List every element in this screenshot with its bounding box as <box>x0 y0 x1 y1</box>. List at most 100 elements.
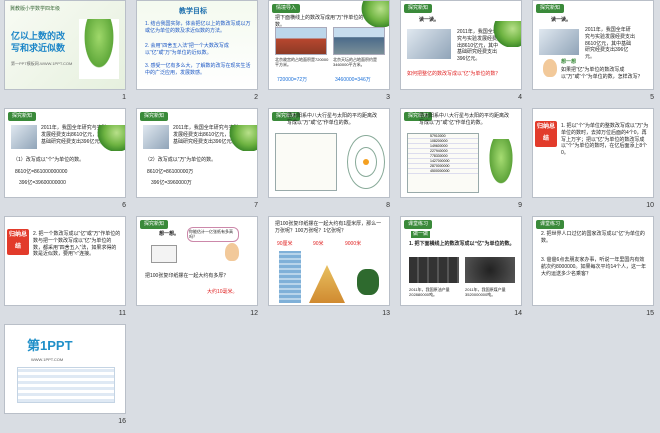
slide-3-caption-left: 北京故宫的占地面积是720000平方米。 <box>275 57 329 68</box>
plant-illustration <box>79 19 119 79</box>
slide-9[interactable]: 探究新知 把太阳系中八大行星与太阳的平均距离改写成以“万”或“亿”作单位的数。 … <box>400 108 522 198</box>
slide-14-question: 1. 把下面横线上的数改写成以“亿”为单位的数。 <box>409 241 515 247</box>
slide-thumbnail-12[interactable]: 探究新知 想一想。 你能估计一亿张纸有多高吗？ 把100张复印纸摞在一起大约有多… <box>132 216 264 324</box>
table-cell: 778330000 <box>430 154 448 158</box>
slide-4[interactable]: 探究新知 读一读。 2011年，我国全年研究与实验发展经费支出8610亿元，其中… <box>400 0 522 90</box>
table-cell: 149600000 <box>430 144 448 148</box>
slide-12[interactable]: 探究新知 想一想。 你能估计一亿张纸有多高吗？ 把100张复印纸摞在一起大约有多… <box>136 216 258 306</box>
table-cell: 108200000 <box>430 139 448 143</box>
slide-number: 15 <box>646 310 654 317</box>
slide-4-label: 读一读。 <box>419 17 440 23</box>
slide-number: 6 <box>122 202 126 209</box>
slide-number: 14 <box>514 310 522 317</box>
slide-5-question: 如果把“亿”为单位的数改写成以“万”或“个”为单位的数，怎样改写？ <box>561 67 643 80</box>
leaf-decoration <box>493 21 521 47</box>
slide-6-line3: 396亿=39600000000 <box>19 180 66 186</box>
section-tag: 探究新知 <box>140 220 169 229</box>
table-cell: 1427000000 <box>430 159 450 163</box>
forbidden-city-photo <box>275 27 327 55</box>
summary-badge: 归纳总结 <box>7 229 29 255</box>
slide-4-question: 如何把整亿的数改写成以“亿”为单位的数？ <box>407 71 501 77</box>
slide-2-item-2: 2. 会用“四舍五入法”把一个大数改写成以“亿”或“万”为单位的近似数。 <box>145 43 229 56</box>
slide-5-info-box: 2011年，我国全年研究与实验发展经费支出8610亿元，其中基础研究经费支出39… <box>583 25 637 60</box>
slide-7-line3: 396亿=3960000万 <box>151 180 192 186</box>
slide-thumbnail-11[interactable]: 归纳总结 2. 把一个数改写成以“亿”或“万”作单位的数与把一个数改写成以“亿”… <box>0 216 132 324</box>
slide-thumbnail-13[interactable]: 把100张复印纸摞在一起大约有1厘米厚，那么一万张呢？100万张呢？1亿张呢？ … <box>264 216 396 324</box>
slide-10[interactable]: 归纳总结 1. 把以“个”为单位的整数改写成以“万”为单位的数时，去掉万位后面的… <box>532 108 654 198</box>
slide-13-value-2: 90米 <box>313 241 324 247</box>
slide-2-heading: 教学目标 <box>179 8 207 15</box>
slide-14[interactable]: 课堂练习 做一做 1. 把下面横线上的数改写成以“亿”为单位的数。 2011年，… <box>400 216 522 306</box>
slide-6[interactable]: 探究新知 2011年，我国全年研究与实验发展经费支出8610亿元，其中基础研究经… <box>4 108 126 198</box>
slide-number: 7 <box>254 202 258 209</box>
lab-photo <box>11 125 37 149</box>
slide-1-footer: 第一PPT模板网-WWW.1PPT.COM <box>11 61 73 66</box>
table-cell: 4500000000 <box>430 169 450 173</box>
slide-15[interactable]: 课堂练习 2. 把世界人口过亿的国家改写成以“亿”为单位的数。 3. 爸爸6点去… <box>532 216 654 306</box>
slide-number: 9 <box>518 202 522 209</box>
slide-2[interactable]: 教学目标 1. 结合我国实际，体会把亿以上的数改写成以万或亿为单位的数及求近似数… <box>136 0 258 90</box>
slide-sorter-grid: 冀教版小学数学四年级 亿以上数的改 写和求近似数 第一PPT模板网-WWW.1P… <box>0 0 660 433</box>
cartoon-student <box>225 243 239 261</box>
slide-1-title-line1: 亿以上数的改 <box>11 31 66 41</box>
paper-stack-image <box>151 245 177 263</box>
table-cell: 2870000000 <box>430 164 450 168</box>
slide-7-line1: （2）改写成以“万”为单位的数。 <box>145 157 217 163</box>
slide-13-heading: 把100张复印纸摞在一起大约有1厘米厚，那么一万张呢？100万张呢？1亿张呢？ <box>275 221 382 234</box>
slide-thumbnail-16[interactable]: 第1PPT WWW.1PPT.COM 16 <box>0 324 132 432</box>
slide-6-line2: 8610亿=861000000000 <box>15 169 68 175</box>
slide-3[interactable]: 情境导入 把下面横线上的数改写成用“万”作单位的数。 北京故宫的占地面积是720… <box>268 0 390 90</box>
slide-12-bubble: 你能估计一亿张纸有多高吗？ <box>187 227 239 242</box>
slide-5[interactable]: 探究新知 读一读。 2011年，我国全年研究与实验发展经费支出8610亿元，其中… <box>532 0 654 90</box>
slide-7[interactable]: 探究新知 2011年，我国全年研究与实验发展经费支出8610亿元，其中基础研究经… <box>136 108 258 198</box>
sun-icon <box>363 159 369 165</box>
section-tag: 课堂练习 <box>404 220 433 229</box>
lab-photo <box>539 29 579 55</box>
slide-thumbnail-15[interactable]: 课堂练习 2. 把世界人口过亿的国家改写成以“亿”为单位的数。 3. 爸爸6点去… <box>528 216 660 324</box>
slide-thumbnail-7[interactable]: 探究新知 2011年，我国全年研究与实验发展经费支出8610亿元，其中基础研究经… <box>132 108 264 216</box>
coal-image <box>465 257 515 283</box>
section-tag: 探究新知 <box>140 112 169 121</box>
slide-thumbnail-10[interactable]: 归纳总结 1. 把以“个”为单位的整数改写成以“万”为单位的数时，去掉万位后面的… <box>528 108 660 216</box>
slide-thumbnail-1[interactable]: 冀教版小学数学四年级 亿以上数的改 写和求近似数 第一PPT模板网-WWW.1P… <box>0 0 132 108</box>
slide-11[interactable]: 归纳总结 2. 把一个数改写成以“亿”或“万”作单位的数与把一个数改写成以“亿”… <box>4 216 126 306</box>
planet-distance-table: 57910000 108200000 149600000 227940000 7… <box>407 133 479 193</box>
slide-5-label: 读一读。 <box>551 17 572 23</box>
slide-13-value-3: 9000米 <box>345 241 362 247</box>
slide-number: 1 <box>122 94 126 101</box>
slide-15-question-2: 2. 把世界人口过亿的国家改写成以“亿”为单位的数。 <box>541 231 645 244</box>
table-row: 4500000000 <box>408 169 478 174</box>
slide-thumbnail-5[interactable]: 探究新知 读一读。 2011年，我国全年研究与实验发展经费支出8610亿元，其中… <box>528 0 660 108</box>
leaf-decoration <box>97 125 125 151</box>
slide-thumbnail-3[interactable]: 情境导入 把下面横线上的数改写成用“万”作单位的数。 北京故宫的占地面积是720… <box>264 0 396 108</box>
slide-9-heading: 把太阳系中八大行星与太阳的平均距离改写成以“万”或“亿”作单位的数。 <box>419 113 510 126</box>
slide-12-label: 想一想。 <box>159 231 180 237</box>
slide-1[interactable]: 冀教版小学数学四年级 亿以上数的改 写和求近似数 第一PPT模板网-WWW.1P… <box>4 0 126 90</box>
slide-thumbnail-6[interactable]: 探究新知 2011年，我国全年研究与实验发展经费支出8610亿元，其中基础研究经… <box>0 108 132 216</box>
slide-number: 12 <box>250 310 258 317</box>
slide-thumbnail-2[interactable]: 教学目标 1. 结合我国实际，体会把亿以上的数改写成以万或亿为单位的数及求近似数… <box>132 0 264 108</box>
slide-13-value-1: 90厘米 <box>277 241 293 247</box>
slide-5-bubble: 想一想 <box>561 59 577 65</box>
slide-16[interactable]: 第1PPT WWW.1PPT.COM <box>4 324 126 414</box>
slide-thumbnail-8[interactable]: 探究新知 把太阳系中八大行星与太阳的平均距离改写成以“万”或“亿”作单位的数。 … <box>264 108 396 216</box>
slide-thumbnail-4[interactable]: 探究新知 读一读。 2011年，我国全年研究与实验发展经费支出8610亿元，其中… <box>396 0 528 108</box>
slide-14-caption-2: 2011年，我国原煤产量3520000000吨。 <box>465 287 506 298</box>
slide-14-caption-1: 2011年，我国原油产量202880000吨。 <box>409 287 450 298</box>
slide-3-caption-right: 北京天坛的占地面积约是3460000平方米。 <box>333 57 377 68</box>
section-tag: 课堂练习 <box>536 220 565 229</box>
slide-number: 10 <box>646 202 654 209</box>
lab-photo <box>143 125 169 149</box>
slide-number: 5 <box>650 94 654 101</box>
section-tag: 情境导入 <box>272 4 301 13</box>
slide-thumbnail-9[interactable]: 探究新知 把太阳系中八大行星与太阳的平均距离改写成以“万”或“亿”作单位的数。 … <box>396 108 528 216</box>
slide-thumbnail-14[interactable]: 课堂练习 做一做 1. 把下面横线上的数改写成以“亿”为单位的数。 2011年，… <box>396 216 528 324</box>
slide-8[interactable]: 探究新知 把太阳系中八大行星与太阳的平均距离改写成以“万”或“亿”作单位的数。 <box>268 108 390 198</box>
slide-8-heading: 把太阳系中八大行星与太阳的平均距离改写成以“万”或“亿”作单位的数。 <box>287 113 378 126</box>
slide-6-line1: （1）改写成以“个”为单位的数。 <box>13 157 85 163</box>
plant-illustration <box>485 139 517 193</box>
slide-1-series: 冀教版小学数学四年级 <box>10 6 61 12</box>
slide-13[interactable]: 把100张复印纸摞在一起大约有1厘米厚，那么一万张呢？100万张呢？1亿张呢？ … <box>268 216 390 306</box>
slide-12-answer: 大约10毫米。 <box>207 289 238 295</box>
slide-16-logo: 第1PPT <box>27 338 73 353</box>
